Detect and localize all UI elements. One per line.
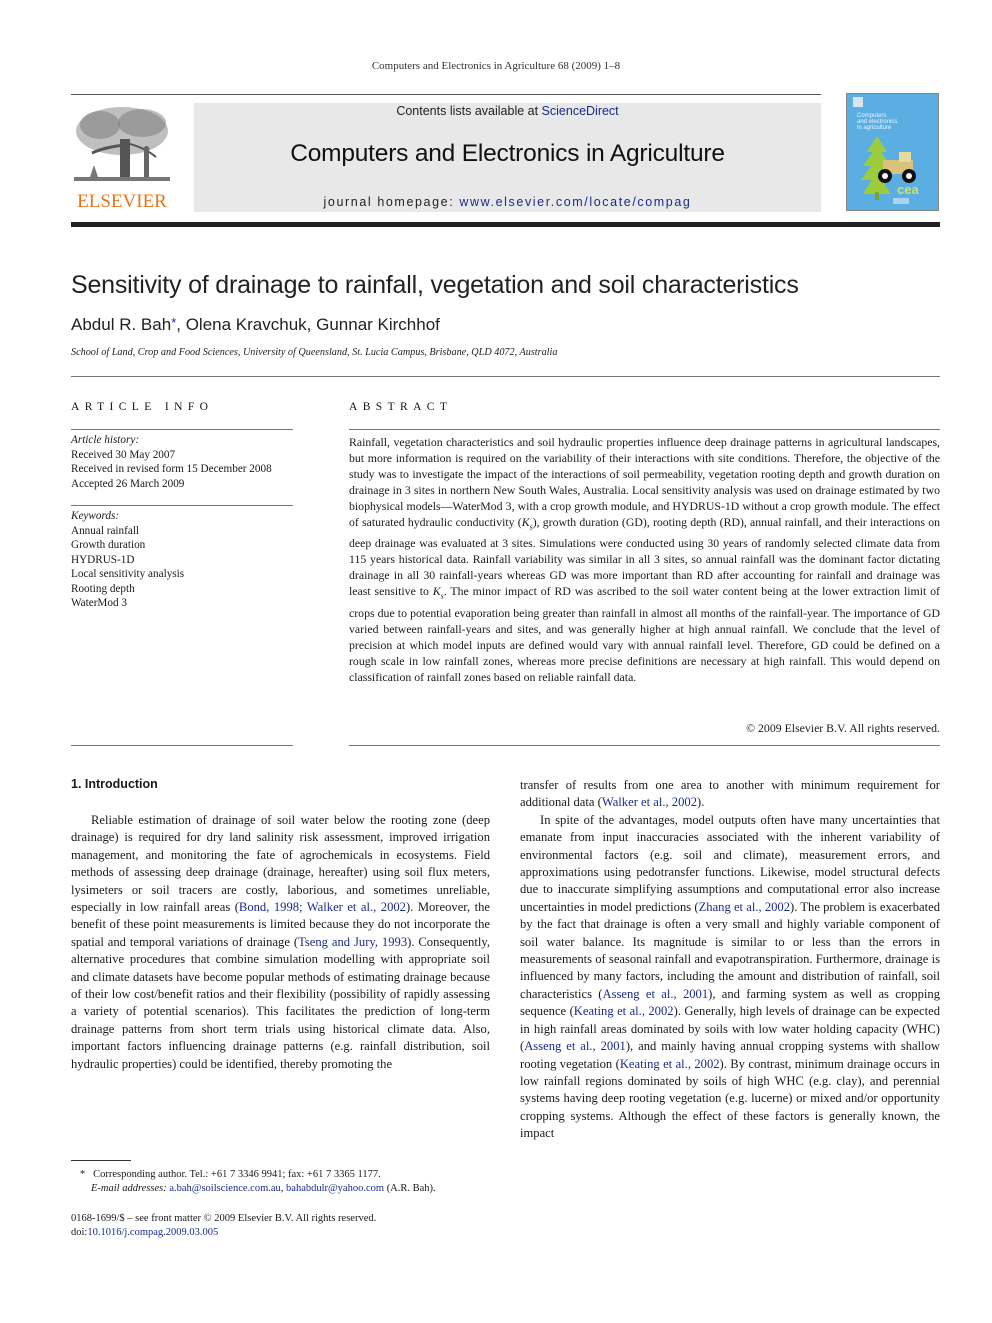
journal-cover[interactable]: Computers and electronics in agriculture… xyxy=(846,93,939,211)
contents-line: Contents lists available at ScienceDirec… xyxy=(194,104,821,118)
author-name[interactable]: Abdul R. Bah xyxy=(71,315,171,334)
body-text: transfer of results from one area to ano… xyxy=(520,778,940,810)
footnote-star: * xyxy=(80,1169,86,1180)
keywords-rule xyxy=(71,505,293,506)
doi-prefix: doi: xyxy=(71,1227,88,1238)
homepage-line: journal homepage: www.elsevier.com/locat… xyxy=(194,195,821,209)
article-history: Article history: Received 30 May 2007 Re… xyxy=(71,433,301,491)
elsevier-tree-logo-icon xyxy=(74,107,170,181)
abstract-text: . The minor impact of RD was ascribed to… xyxy=(349,584,940,684)
citation-link[interactable]: Tseng and Jury, 1993 xyxy=(298,935,407,949)
journal-banner: Contents lists available at ScienceDirec… xyxy=(194,103,821,212)
issn-line: 0168-1699/$ – see front matter © 2009 El… xyxy=(71,1213,377,1224)
ks-symbol: K xyxy=(432,584,441,599)
email-link[interactable]: bahabdulr@yahoo.com xyxy=(286,1183,384,1194)
abstract-copyright: © 2009 Elsevier B.V. All rights reserved… xyxy=(746,721,940,735)
cover-tractor-tree-icon: cea xyxy=(861,136,919,204)
running-head: Computers and Electronics in Agriculture… xyxy=(371,60,621,72)
body-text: In spite of the advantages, model output… xyxy=(520,812,940,914)
affiliation: School of Land, Crop and Food Sciences, … xyxy=(71,347,558,358)
intro-paragraph-continued: transfer of results from one area to ano… xyxy=(520,777,940,812)
abstract-heading: ABSTRACT xyxy=(349,401,453,413)
keyword: Annual rainfall xyxy=(71,524,140,537)
author-separator: , xyxy=(176,315,186,334)
email-suffix: (A.R. Bah). xyxy=(384,1183,436,1194)
article-info-bottom-rule xyxy=(71,745,293,746)
abstract-rule xyxy=(349,429,940,430)
citation-link[interactable]: Zhang et al., 2002 xyxy=(699,900,790,914)
keyword: HYDRUS-1D xyxy=(71,553,135,566)
journal-title: Computers and Electronics in Agriculture xyxy=(290,140,725,167)
paper-title: Sensitivity of drainage to rainfall, veg… xyxy=(71,271,799,299)
intro-paragraph-1: Reliable estimation of drainage of soil … xyxy=(71,812,490,1073)
abstract-bottom-rule xyxy=(349,745,940,746)
abstract-body: Rainfall, vegetation characteristics and… xyxy=(349,434,940,685)
body-text: ). xyxy=(697,795,705,810)
citation-link[interactable]: Keating et al., 2002 xyxy=(574,1004,674,1018)
article-info-heading: ARTICLE INFO xyxy=(71,401,214,413)
body-text: ). The problem is exacerbated by the fac… xyxy=(520,899,940,1001)
keyword: Local sensitivity analysis xyxy=(71,568,185,580)
history-revised: Received in revised form 15 December 200… xyxy=(71,463,272,475)
keyword: Rooting depth xyxy=(71,582,135,595)
body-text: Reliable estimation of drainage of soil … xyxy=(71,813,490,915)
keyword: Growth duration xyxy=(71,539,146,551)
keywords: Keywords: Annual rainfall Growth duratio… xyxy=(71,509,301,611)
history-label: Article history: xyxy=(71,434,140,446)
citation-link[interactable]: Bond, 1998; Walker et al., 2002 xyxy=(239,900,406,914)
front-matter-footer: 0168-1699/$ – see front matter © 2009 El… xyxy=(71,1212,511,1240)
section-heading-introduction: 1. Introduction xyxy=(71,777,158,791)
email-link[interactable]: a.bah@soilscience.com.au xyxy=(169,1183,280,1194)
author-name[interactable]: Gunnar Kirchhof xyxy=(316,315,440,334)
contents-prefix: Contents lists available at xyxy=(396,104,542,118)
keywords-label: Keywords: xyxy=(71,510,120,522)
elsevier-logo[interactable]: ELSEVIER xyxy=(70,103,174,213)
intro-paragraph-2: In spite of the advantages, model output… xyxy=(520,812,940,1143)
author-separator: , xyxy=(306,315,317,334)
footnote-contact: Corresponding author. Tel.: +61 7 3346 9… xyxy=(93,1169,381,1180)
author-list: Abdul R. Bah*, Olena Kravchuk, Gunnar Ki… xyxy=(71,315,440,335)
history-accepted: Accepted 26 March 2009 xyxy=(71,477,185,490)
doi-link[interactable]: 10.1016/j.compag.2009.03.005 xyxy=(87,1227,218,1238)
citation-link[interactable]: Asseng et al., 2001 xyxy=(524,1039,626,1053)
masthead-rule xyxy=(71,222,940,227)
author-name[interactable]: Olena Kravchuk xyxy=(186,315,307,334)
history-received: Received 30 May 2007 xyxy=(71,448,176,461)
homepage-link[interactable]: www.elsevier.com/locate/compag xyxy=(459,195,691,209)
citation-link[interactable]: Keating et al., 2002 xyxy=(620,1057,720,1071)
elsevier-wordmark: ELSEVIER xyxy=(77,191,167,212)
keyword: WaterMod 3 xyxy=(71,597,127,609)
ks-symbol: K xyxy=(521,515,530,529)
body-text: ). Consequently, alternative procedures … xyxy=(71,934,490,1071)
email-label: E-mail addresses: xyxy=(91,1183,167,1194)
intro-left-column: Reliable estimation of drainage of soil … xyxy=(71,812,490,1073)
article-info-rule xyxy=(71,429,293,430)
cover-badge: cea xyxy=(897,182,919,197)
sciencedirect-link[interactable]: ScienceDirect xyxy=(542,104,619,118)
intro-right-column: transfer of results from one area to ano… xyxy=(520,777,940,1143)
footnote-rule xyxy=(71,1160,131,1161)
title-rule xyxy=(71,376,940,377)
header-rule xyxy=(71,94,821,95)
corresponding-author-footnote: * Corresponding author. Tel.: +61 7 3346… xyxy=(80,1168,500,1196)
homepage-prefix: journal homepage: xyxy=(323,195,460,209)
citation-link[interactable]: Walker et al., 2002 xyxy=(602,795,697,809)
citation-link[interactable]: Asseng et al., 2001 xyxy=(603,987,709,1001)
